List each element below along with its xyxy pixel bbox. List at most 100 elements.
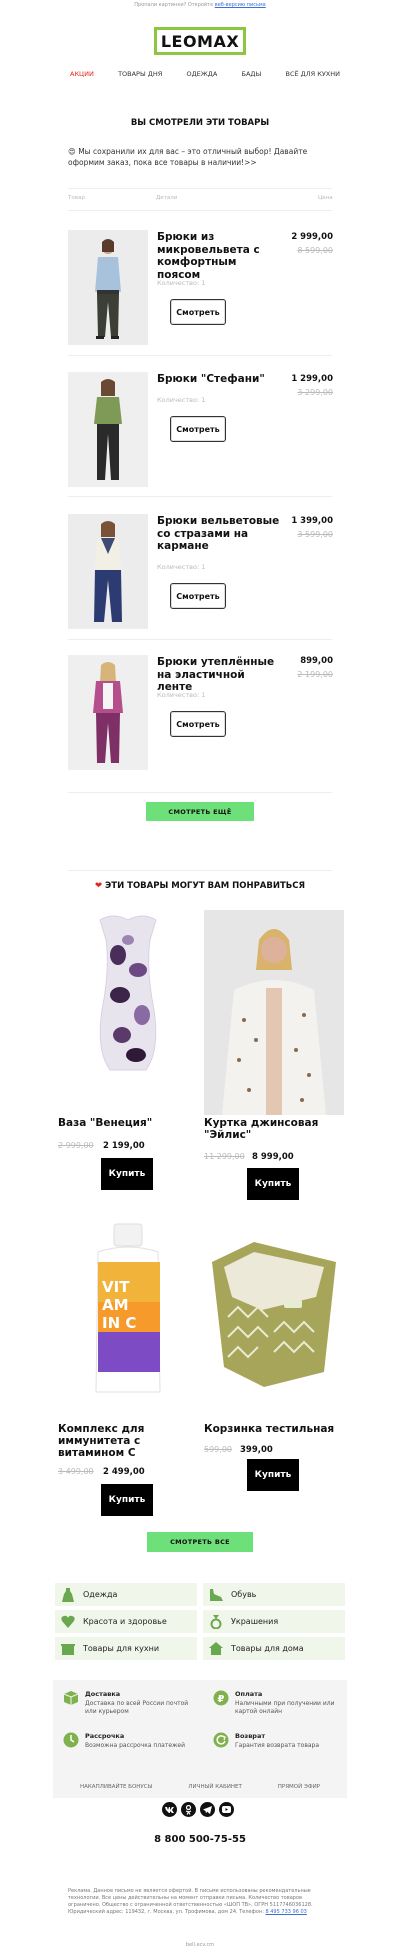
product-price: 899,00 bbox=[300, 656, 333, 666]
divider bbox=[68, 188, 332, 189]
product-image[interactable] bbox=[68, 230, 148, 345]
nav-item-clothes[interactable]: ОДЕЖДА bbox=[186, 70, 217, 78]
product-price: 2 999,00 bbox=[291, 232, 333, 242]
product-name[interactable]: Брюки вельветовые со стразами на кармане bbox=[157, 515, 282, 553]
category-clothes[interactable]: Одежда bbox=[55, 1583, 197, 1606]
view-all-button[interactable]: СМОТРЕТЬ ВСЕ bbox=[147, 1532, 253, 1552]
divider bbox=[68, 639, 332, 640]
product-image[interactable] bbox=[204, 1222, 344, 1397]
dress-icon bbox=[61, 1587, 75, 1602]
col-product: Товар bbox=[68, 195, 85, 201]
buy-button[interactable]: Купить bbox=[247, 1168, 299, 1200]
info-title: Оплата bbox=[235, 1690, 263, 1698]
youtube-icon[interactable] bbox=[219, 1802, 234, 1817]
product-old-price: 2 199,00 bbox=[297, 670, 333, 679]
category-label: Красота и здоровье bbox=[83, 1617, 167, 1626]
svg-text:AM: AM bbox=[102, 1296, 129, 1314]
support-phone[interactable]: 8 800 500-75-55 bbox=[0, 1834, 400, 1845]
product-old-price: 3 599,00 bbox=[297, 530, 333, 539]
svg-text:₽: ₽ bbox=[218, 1694, 225, 1705]
product-price: 399,00 bbox=[240, 1445, 273, 1455]
ok-icon[interactable] bbox=[181, 1802, 196, 1817]
product-qty: Количество: 1 bbox=[157, 279, 206, 287]
product-image[interactable] bbox=[58, 910, 198, 1085]
nav-item-supplements[interactable]: БАДЫ bbox=[242, 70, 262, 78]
nav-item-sales[interactable]: АКЦИИ bbox=[70, 70, 94, 78]
category-label: Товары для кухни bbox=[83, 1644, 160, 1653]
buy-button[interactable]: Купить bbox=[101, 1158, 153, 1190]
product-old-price: 8 599,00 bbox=[297, 246, 333, 255]
product-name[interactable]: Куртка джинсовая "Эйлис" bbox=[204, 1117, 344, 1141]
product-qty: Количество: 1 bbox=[157, 396, 206, 404]
viewed-intro: 😍 Мы сохранили их для вас – это отличный… bbox=[68, 147, 308, 167]
col-price: Цена bbox=[318, 195, 333, 201]
product-image[interactable] bbox=[68, 372, 148, 487]
category-label: Товары для дома bbox=[231, 1644, 304, 1653]
product-old-price: 599,00 bbox=[204, 1445, 232, 1454]
product-image[interactable]: VIT AM IN C bbox=[58, 1222, 198, 1397]
buy-button[interactable]: Купить bbox=[247, 1459, 299, 1491]
category-kitchen[interactable]: Товары для кухни bbox=[55, 1637, 197, 1660]
product-name[interactable]: Брюки из микровельвета с комфортным пояс… bbox=[157, 231, 282, 281]
nav-item-kitchen[interactable]: ВСЁ ДЛЯ КУХНИ bbox=[285, 70, 340, 78]
category-shoes[interactable]: Обувь bbox=[203, 1583, 345, 1606]
product-name[interactable]: Брюки "Стефани" bbox=[157, 373, 282, 386]
product-price: 8 999,00 bbox=[252, 1152, 294, 1162]
vk-icon[interactable] bbox=[162, 1802, 177, 1817]
category-jewelry[interactable]: Украшения bbox=[203, 1610, 345, 1633]
svg-text:IN C: IN C bbox=[102, 1314, 136, 1332]
category-home[interactable]: Товары для дома bbox=[203, 1637, 345, 1660]
product-image[interactable] bbox=[204, 910, 344, 1115]
product-name[interactable]: Ваза "Венеция" bbox=[58, 1117, 198, 1129]
box-icon bbox=[63, 1690, 79, 1706]
svg-text:VIT: VIT bbox=[102, 1278, 130, 1296]
heart-icon bbox=[61, 1615, 75, 1629]
info-text: Доставка по всей России почтой или курье… bbox=[85, 1700, 189, 1715]
footer-link-live[interactable]: ПРЯМОЙ ЭФИР bbox=[278, 1784, 320, 1790]
footer-link-bonuses[interactable]: НАКАПЛИВАЙТЕ БОНУСЫ bbox=[80, 1784, 152, 1790]
divider bbox=[68, 496, 332, 497]
buy-button[interactable]: Купить bbox=[101, 1484, 153, 1516]
info-title: Рассрочка bbox=[85, 1732, 125, 1740]
recommend-title: ❤ ЭТИ ТОВАРЫ МОГУТ ВАМ ПОНРАВИТЬСЯ bbox=[0, 881, 400, 891]
product-name[interactable]: Брюки утеплённые на эластичной ленте bbox=[157, 656, 282, 694]
footer-link-account[interactable]: ЛИЧНЫЙ КАБИНЕТ bbox=[188, 1784, 241, 1790]
leomax-logo[interactable]: LEOMAX bbox=[154, 27, 246, 55]
product-price: 2 499,00 bbox=[103, 1467, 145, 1477]
view-button[interactable]: Смотреть bbox=[170, 416, 226, 442]
house-icon bbox=[209, 1642, 223, 1656]
shoe-icon bbox=[209, 1588, 223, 1602]
product-price: 2 199,00 bbox=[103, 1141, 145, 1151]
telegram-icon[interactable] bbox=[200, 1802, 215, 1817]
product-price: 1 299,00 bbox=[291, 374, 333, 384]
category-label: Обувь bbox=[231, 1590, 257, 1599]
web-version-link[interactable]: веб-версию письма bbox=[215, 2, 266, 8]
product-name[interactable]: Комплекс для иммунитета с витамином С bbox=[58, 1423, 198, 1459]
view-button[interactable]: Смотреть bbox=[170, 711, 226, 737]
product-name[interactable]: Корзинка тестильная bbox=[204, 1423, 344, 1435]
category-beauty-health[interactable]: Красота и здоровье bbox=[55, 1610, 197, 1633]
info-delivery: Доставка Доставка по всей России почтой и… bbox=[63, 1690, 193, 1716]
divider bbox=[68, 792, 332, 793]
pot-icon bbox=[61, 1642, 75, 1656]
view-button[interactable]: Смотреть bbox=[170, 583, 226, 609]
view-button[interactable]: Смотреть bbox=[170, 299, 226, 325]
clock-icon bbox=[63, 1732, 79, 1748]
legal-text: Реклама. Данное письмо не является оферт… bbox=[68, 1888, 334, 1916]
product-image[interactable] bbox=[68, 514, 148, 629]
heart-emoji-icon: ❤ bbox=[94, 881, 103, 891]
divider bbox=[68, 870, 332, 871]
view-more-button[interactable]: СМОТРЕТЬ ЕЩЁ bbox=[146, 802, 254, 821]
legal-phone-link[interactable]: 8 495 733 96 03 bbox=[265, 1909, 306, 1915]
preheader-text: Пропали картинки? Откройте bbox=[134, 2, 214, 8]
info-payment: ₽ Оплата Наличными при получении или карт… bbox=[213, 1690, 343, 1716]
nav-item-products-of-day[interactable]: ТОВАРЫ ДНЯ bbox=[118, 70, 162, 78]
product-old-price: 2 999,00 bbox=[58, 1141, 94, 1150]
product-old-price: 3 299,00 bbox=[297, 388, 333, 397]
divider bbox=[68, 355, 332, 356]
info-text: Возможна рассрочка платежей bbox=[85, 1742, 186, 1749]
return-icon bbox=[213, 1732, 229, 1748]
ruble-icon: ₽ bbox=[213, 1690, 229, 1706]
product-image[interactable] bbox=[68, 655, 148, 770]
col-details: Детали bbox=[156, 195, 178, 201]
